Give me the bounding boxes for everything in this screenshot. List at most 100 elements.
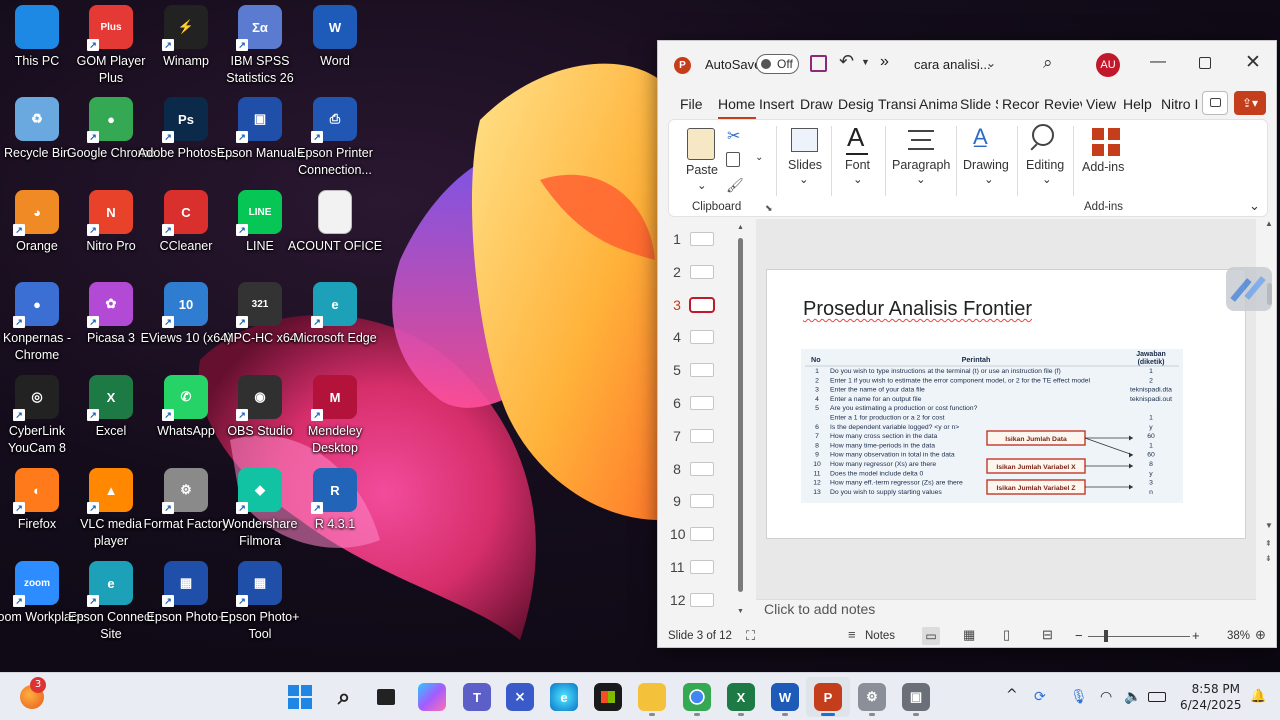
save-icon[interactable] (810, 55, 827, 72)
volume-icon[interactable]: 🔈 (1124, 689, 1141, 705)
slide-title[interactable]: Prosedur Analisis Frontier (803, 298, 1032, 321)
slide-thumbnail[interactable] (690, 330, 714, 345)
zoom-in-button[interactable]: + (1192, 628, 1200, 643)
search-taskbar-icon[interactable]: ⌕ (330, 683, 358, 711)
desktop-icon-word[interactable]: W Word (290, 5, 380, 97)
slide-table-image[interactable]: No Perintah Jawaban (diketik) 1 Do you wish t… (801, 349, 1183, 503)
slide-thumbnail[interactable] (690, 560, 714, 574)
slide-thumbnail[interactable] (690, 494, 714, 509)
paragraph-group[interactable]: Paragraph ⌄ (886, 120, 956, 218)
copy-icon[interactable] (726, 152, 740, 167)
desktop-icon-r-4-3-1[interactable]: R ↗ R 4.3.1 (290, 468, 380, 560)
wifi-icon[interactable]: ◠ (1100, 689, 1112, 705)
slide-thumbnail[interactable] (690, 527, 714, 542)
slide-thumbnail[interactable] (690, 396, 714, 410)
thumbnail-scrollbar[interactable]: ▲ ▼ (737, 224, 745, 619)
thumbnail-number[interactable]: 6 (670, 395, 684, 411)
edge-taskbar-icon[interactable]: e (550, 683, 578, 711)
tab-home[interactable]: Home (718, 96, 756, 120)
slide-thumbnail[interactable] (689, 296, 715, 313)
tray-chevron-icon[interactable]: ^ (1006, 687, 1018, 703)
microphone-icon[interactable]: 🎙 (1070, 689, 1088, 705)
thumbnail-number[interactable]: 12 (670, 592, 686, 608)
slideshow-icon[interactable]: ⊟ (1042, 627, 1053, 643)
maximize-icon[interactable] (1199, 57, 1211, 69)
undo-icon[interactable]: ↶ (839, 51, 854, 72)
store-icon[interactable] (594, 683, 622, 711)
slide-sorter-icon[interactable]: ▦ (963, 627, 975, 643)
tab-insert[interactable]: Insert (759, 96, 797, 112)
desktop-icon-epson-printer-connection[interactable]: ⎙ ↗ Epson Printer Connection... (290, 97, 380, 189)
slide-thumbnail[interactable] (690, 363, 714, 378)
avatar[interactable]: AU (1096, 53, 1120, 77)
share-button[interactable]: ⇪▾ (1234, 91, 1266, 115)
paste-chevron-icon[interactable]: ⌄ (697, 178, 707, 192)
fit-to-window-icon[interactable]: ⊕ (1255, 627, 1266, 643)
thumbnail-number[interactable]: 9 (670, 493, 684, 509)
powerpoint-taskbar-icon[interactable]: P (814, 683, 842, 711)
comments-icon[interactable] (1202, 91, 1228, 115)
desktop-icon-microsoft-edge[interactable]: e ↗ Microsoft Edge (290, 282, 380, 374)
notification-icon[interactable]: 🔔 (1250, 689, 1266, 704)
clock[interactable]: 8:58 PM 6/24/2025 (1180, 681, 1242, 713)
copy-dropdown-icon[interactable]: ⌄ (755, 152, 763, 163)
thumbnail-number[interactable]: 3 (670, 297, 684, 313)
more-commands-button[interactable]: » (880, 53, 889, 71)
copilot-overlay-icon[interactable] (1226, 267, 1272, 311)
thumbnail-number[interactable]: 7 (670, 428, 684, 444)
notes-toggle-icon[interactable]: ≡ (848, 627, 856, 642)
tab-desig[interactable]: Desig (838, 96, 874, 112)
weather-widget-icon[interactable]: 3 (20, 677, 46, 709)
reading-view-icon[interactable]: ▯ (1003, 627, 1010, 643)
thumbnail-number[interactable]: 5 (670, 362, 684, 378)
thumbnail-number[interactable]: 8 (670, 461, 684, 477)
paste-button[interactable]: Paste (686, 163, 718, 177)
clipboard-launcher-icon[interactable]: ⬊ (765, 203, 773, 214)
tab-recor[interactable]: Recor (1002, 96, 1040, 112)
slide-thumbnail[interactable] (690, 428, 714, 443)
minimize-icon[interactable]: — (1150, 53, 1166, 71)
document-title[interactable]: cara analisi... (914, 57, 991, 72)
slides-group[interactable]: Slides ⌄ (777, 120, 833, 218)
slide-thumbnail[interactable] (690, 461, 714, 476)
editing-group[interactable]: Editing ⌄ (1018, 120, 1074, 218)
word-taskbar-icon[interactable]: W (771, 683, 799, 711)
slide-thumbnail[interactable] (690, 264, 714, 279)
zoom-level[interactable]: 38% (1227, 630, 1250, 642)
font-group[interactable]: A Font ⌄ (832, 120, 884, 218)
battery-icon[interactable] (1148, 692, 1166, 702)
thumbnail-number[interactable]: 1 (670, 231, 684, 247)
tab-transit[interactable]: Transit (878, 96, 916, 112)
teams-icon[interactable]: T (463, 683, 491, 711)
normal-view-icon[interactable]: ▭ (922, 627, 940, 645)
tab-reviev[interactable]: Reviev (1044, 96, 1082, 112)
tab-file[interactable]: File (680, 96, 712, 112)
slide-canvas[interactable]: Prosedur Analisis Frontier No Perintah Jaw… (766, 269, 1246, 539)
thumbnail-number[interactable]: 10 (670, 526, 686, 542)
desktop-icon-mendeley-desktop[interactable]: M ↗ Mendeley Desktop (290, 375, 380, 467)
zoom-out-button[interactable]: − (1075, 628, 1083, 643)
file-explorer-icon[interactable] (638, 683, 666, 711)
excel-taskbar-icon[interactable]: X (727, 683, 755, 711)
paste-icon[interactable] (687, 128, 715, 160)
ribbon-collapse-icon[interactable]: ⌄ (1249, 198, 1260, 214)
desktop-icon-epson-photo-tool[interactable]: ▦ ↗ Epson Photo+ Tool (215, 561, 305, 653)
close-icon[interactable]: ✕ (1245, 51, 1261, 74)
sync-icon[interactable]: ⟳ (1034, 689, 1046, 705)
thumbnail-number[interactable]: 11 (670, 559, 685, 575)
cut-icon[interactable]: ✂ (727, 126, 740, 146)
app-icon-1[interactable]: ⚙ (858, 683, 886, 711)
tab-view[interactable]: View (1086, 96, 1118, 112)
notes-button[interactable]: Notes (865, 630, 895, 642)
accessibility-icon[interactable]: ⛶ (746, 628, 755, 644)
app-icon-2[interactable]: ▣ (902, 683, 930, 711)
format-painter-icon[interactable]: 🖌 (726, 177, 744, 194)
tab-slide-s[interactable]: Slide S (960, 96, 998, 112)
slide-thumbnail[interactable] (690, 592, 714, 607)
thumbnail-number[interactable]: 2 (670, 264, 684, 280)
chrome-taskbar-icon[interactable] (683, 683, 711, 711)
task-view-icon[interactable] (372, 683, 400, 711)
copilot-icon[interactable] (418, 683, 446, 711)
tab-draw[interactable]: Draw (800, 96, 834, 112)
slide-thumbnail[interactable] (690, 232, 714, 246)
